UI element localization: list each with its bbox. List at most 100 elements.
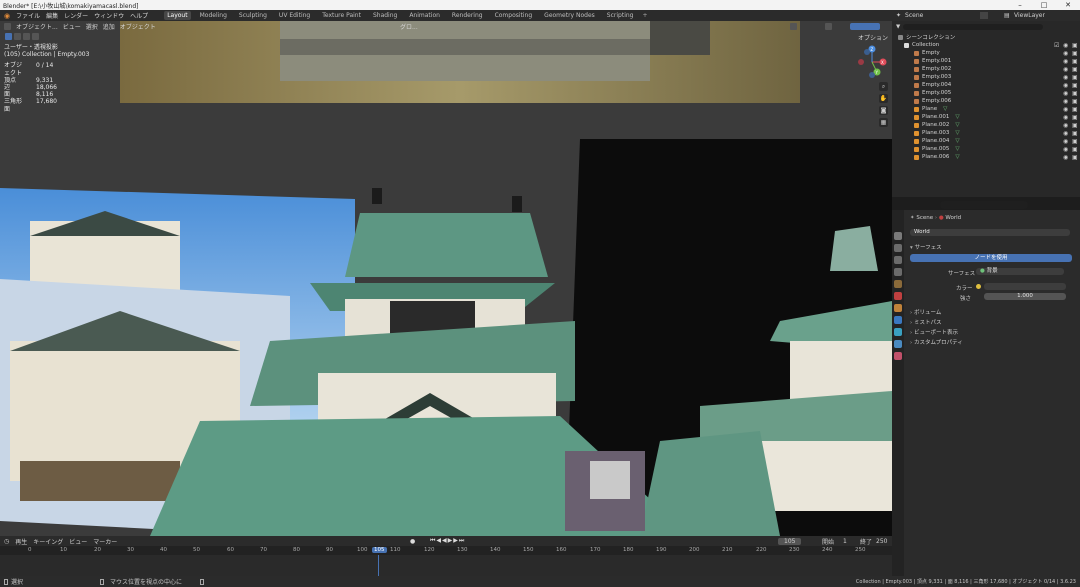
camera-icon[interactable]: ▣ [1072, 106, 1078, 113]
outliner-item[interactable]: Plane.001 ▽ ◉ ▣ [892, 113, 1080, 121]
eye-icon[interactable]: ◉ [1063, 58, 1068, 65]
zoom-icon[interactable]: ⌕ [879, 82, 888, 91]
strength-field[interactable]: 1.000 [984, 293, 1066, 300]
view-layer-selector[interactable]: ViewLayer [1014, 12, 1045, 19]
camera-icon[interactable]: ▣ [1072, 42, 1078, 49]
mist-panel-header[interactable]: › ミストパス [910, 318, 941, 326]
clock-icon[interactable]: ◷ [4, 538, 9, 545]
close-button[interactable]: ✕ [1056, 0, 1080, 10]
eye-icon[interactable]: ◉ [1063, 42, 1068, 49]
world-tab-icon[interactable] [894, 292, 902, 300]
tab-texture-paint[interactable]: Texture Paint [319, 11, 364, 20]
outliner-item[interactable]: Plane.006 ▽ ◉ ▣ [892, 153, 1080, 161]
add-workspace-button[interactable]: + [642, 12, 647, 19]
world-datablock-field[interactable]: World [910, 229, 1070, 236]
eye-icon[interactable]: ◉ [1063, 50, 1068, 57]
modifier-tab-icon[interactable] [894, 316, 902, 324]
eye-icon[interactable]: ◉ [1063, 130, 1068, 137]
select-intersect-icon[interactable] [32, 33, 39, 40]
mode-dropdown[interactable]: オブジェクト... [16, 22, 58, 31]
transform-orientation-dropdown[interactable]: グロ... [400, 22, 418, 31]
timeline-menu-view[interactable]: ビュー [69, 537, 87, 546]
physics-tab-icon[interactable] [894, 328, 902, 336]
tab-scripting[interactable]: Scripting [604, 11, 637, 20]
viewport-menu-object[interactable]: オブジェクト [120, 22, 156, 31]
tab-uv-editing[interactable]: UV Editing [276, 11, 313, 20]
viewport-options-button[interactable]: オプション [858, 33, 888, 42]
render-tab-icon[interactable] [894, 244, 902, 252]
timeline-menu-marker[interactable]: マーカー [93, 537, 117, 546]
outliner-item[interactable]: Plane.005 ▽ ◉ ▣ [892, 145, 1080, 153]
select-subtract-icon[interactable] [23, 33, 30, 40]
playback-controls[interactable]: ⏮◀◀▶▶⏭ [430, 537, 465, 545]
camera-icon[interactable]: ▣ [1072, 66, 1078, 73]
menu-edit[interactable]: 編集 [46, 11, 58, 20]
scene-collection-label[interactable]: シーンコレクション [906, 33, 955, 41]
eye-icon[interactable]: ◉ [1063, 146, 1068, 153]
end-frame-field[interactable]: 250 [876, 538, 887, 545]
eye-icon[interactable]: ◉ [1063, 98, 1068, 105]
texture-tab-icon[interactable] [894, 352, 902, 360]
camera-icon[interactable]: ▣ [1072, 114, 1078, 121]
timeline-menu-keying[interactable]: キーイング [33, 537, 63, 546]
outliner-item[interactable]: Empty.003 ◉ ▣ [892, 73, 1080, 81]
timeline-ruler[interactable]: 0 10 20 30 40 50 60 70 80 90 100 105 110… [0, 546, 892, 555]
tab-geometry-nodes[interactable]: Geometry Nodes [541, 11, 598, 20]
surface-panel-header[interactable]: ▾ サーフェス [910, 243, 942, 251]
eye-icon[interactable]: ◉ [1063, 82, 1068, 89]
viewport-menu-view[interactable]: ビュー [63, 22, 81, 31]
start-frame-field[interactable]: 1 [843, 538, 847, 545]
outliner-item[interactable]: Plane.002 ▽ ◉ ▣ [892, 121, 1080, 129]
menu-help[interactable]: ヘルプ [130, 11, 148, 20]
minimize-button[interactable]: – [1008, 0, 1032, 10]
camera-icon[interactable]: ▣ [1072, 122, 1078, 129]
outliner-item[interactable]: Plane.004 ▽ ◉ ▣ [892, 137, 1080, 145]
outliner-item[interactable]: Empty.004 ◉ ▣ [892, 81, 1080, 89]
tab-layout[interactable]: Layout [164, 11, 191, 20]
collection-label[interactable]: Collection [912, 42, 939, 48]
output-tab-icon[interactable] [894, 256, 902, 264]
scene-tab-icon[interactable] [894, 280, 902, 288]
checkbox-icon[interactable]: ☑ [1054, 42, 1059, 49]
scene-copy-icon[interactable] [980, 12, 988, 19]
constraints-tab-icon[interactable] [894, 340, 902, 348]
current-frame-marker[interactable]: 105 [372, 547, 387, 553]
surface-shader-field[interactable]: ● 背景 [976, 268, 1064, 275]
camera-icon[interactable]: ▣ [1072, 90, 1078, 97]
eye-icon[interactable]: ◉ [1063, 66, 1068, 73]
outliner-item[interactable]: Empty.005 ◉ ▣ [892, 89, 1080, 97]
camera-icon[interactable]: ▣ [1072, 154, 1078, 161]
outliner-item[interactable]: Empty ◉ ▣ [892, 49, 1080, 57]
pan-hand-icon[interactable]: ✋ [879, 94, 888, 103]
filter-icon[interactable]: ▼ [896, 24, 900, 30]
camera-icon[interactable]: ▣ [1072, 74, 1078, 81]
playhead-line[interactable] [378, 555, 379, 576]
tab-shading[interactable]: Shading [370, 11, 400, 20]
viewport-menu-add[interactable]: 追加 [103, 22, 115, 31]
tool-tab-icon[interactable] [894, 232, 902, 240]
record-icon[interactable]: ● [410, 538, 415, 545]
shading-mode-buttons[interactable] [850, 22, 880, 30]
select-extend-icon[interactable] [14, 33, 21, 40]
color-socket-icon[interactable] [976, 284, 981, 289]
camera-view-icon[interactable]: ◙ [879, 106, 888, 115]
editor-type-icon[interactable] [4, 22, 11, 30]
menu-render[interactable]: レンダー [64, 11, 88, 20]
eye-icon[interactable]: ◉ [1063, 138, 1068, 145]
3d-viewport[interactable] [0, 21, 892, 536]
camera-icon[interactable]: ▣ [1072, 58, 1078, 65]
properties-search-input[interactable] [940, 201, 1028, 209]
select-box-icon[interactable] [5, 33, 12, 40]
outliner-item[interactable]: Empty.006 ◉ ▣ [892, 97, 1080, 105]
camera-icon[interactable]: ▣ [1072, 50, 1078, 57]
overlay-toggle-icon[interactable] [825, 22, 832, 30]
menu-window[interactable]: ウィンドウ [94, 11, 124, 20]
camera-icon[interactable]: ▣ [1072, 98, 1078, 105]
view-layer-tab-icon[interactable] [894, 268, 902, 276]
viewport-menu-select[interactable]: 選択 [86, 22, 98, 31]
navigation-gizmo[interactable]: X Z Y [855, 44, 889, 80]
eye-icon[interactable]: ◉ [1063, 122, 1068, 129]
object-tab-icon[interactable] [894, 304, 902, 312]
timeline-menu-playback[interactable]: 再生 [15, 537, 27, 546]
eye-icon[interactable]: ◉ [1063, 90, 1068, 97]
